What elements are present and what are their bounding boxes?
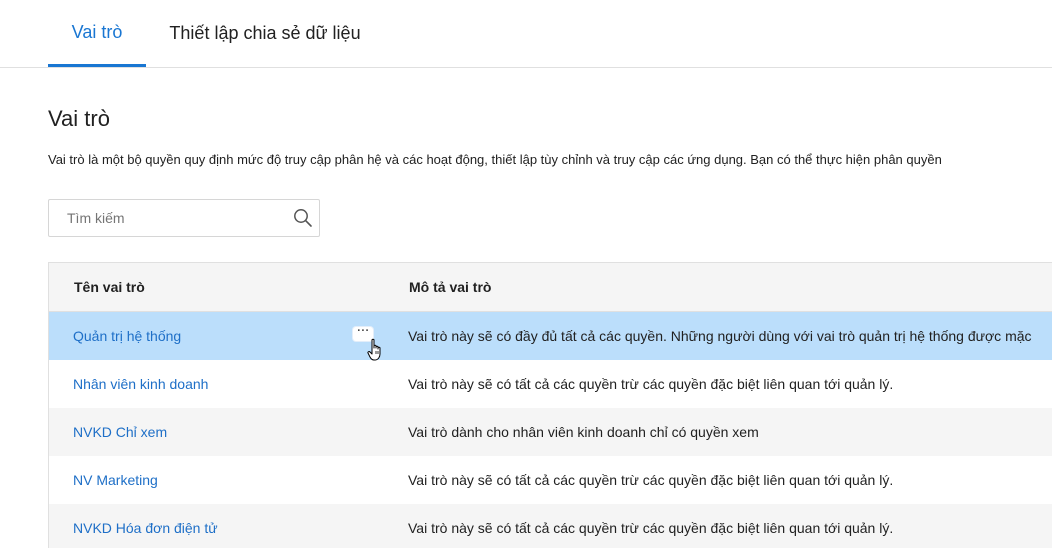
role-description: Vai trò này sẽ có tất cả các quyền trừ c… bbox=[408, 472, 894, 488]
table-row[interactable]: Quản trị hệ thống ··· Vai trò này sẽ có … bbox=[49, 312, 1052, 361]
role-name-link[interactable]: Nhân viên kinh doanh bbox=[73, 360, 208, 408]
role-description: Vai trò dành cho nhân viên kinh doanh ch… bbox=[408, 424, 759, 440]
role-name-link[interactable]: NV Marketing bbox=[73, 456, 158, 504]
page-description: Vai trò là một bộ quyền quy định mức độ … bbox=[48, 152, 942, 167]
roles-page: Vai trò Thiết lập chia sẻ dữ liệu Vai tr… bbox=[0, 0, 1052, 548]
hand-cursor-icon bbox=[367, 338, 381, 361]
role-name-link[interactable]: Quản trị hệ thống bbox=[73, 312, 181, 360]
column-header-role-name: Tên vai trò bbox=[74, 279, 145, 295]
more-options-button[interactable]: ··· bbox=[353, 324, 373, 341]
roles-table: Tên vai trò Mô tả vai trò Quản trị hệ th… bbox=[48, 262, 1052, 548]
table-row[interactable]: Nhân viên kinh doanh Vai trò này sẽ có t… bbox=[49, 360, 1052, 408]
tab-data-sharing-settings[interactable]: Thiết lập chia sẻ dữ liệu bbox=[160, 0, 370, 67]
more-options-icon: ··· bbox=[356, 324, 370, 339]
role-name-link[interactable]: NVKD Chỉ xem bbox=[73, 408, 167, 456]
table-row[interactable]: NVKD Chỉ xem Vai trò dành cho nhân viên … bbox=[49, 408, 1052, 456]
tab-roles[interactable]: Vai trò bbox=[48, 0, 146, 67]
search-input[interactable] bbox=[49, 200, 284, 236]
table-row[interactable]: NVKD Hóa đơn điện tử Vai trò này sẽ có t… bbox=[49, 504, 1052, 548]
search-box bbox=[48, 199, 320, 237]
search-icon[interactable] bbox=[293, 208, 313, 228]
tab-bar: Vai trò Thiết lập chia sẻ dữ liệu bbox=[0, 0, 1052, 68]
role-description: Vai trò này sẽ có tất cả các quyền trừ c… bbox=[408, 520, 894, 536]
page-title: Vai trò bbox=[48, 106, 110, 131]
table-header: Tên vai trò Mô tả vai trò bbox=[49, 263, 1052, 312]
role-name-link[interactable]: NVKD Hóa đơn điện tử bbox=[73, 504, 218, 548]
table-row[interactable]: NV Marketing Vai trò này sẽ có tất cả cá… bbox=[49, 456, 1052, 504]
role-description: Vai trò này sẽ có đầy đủ tất cả các quyề… bbox=[408, 328, 1032, 344]
role-description: Vai trò này sẽ có tất cả các quyền trừ c… bbox=[408, 376, 894, 392]
column-header-role-description: Mô tả vai trò bbox=[409, 279, 492, 295]
